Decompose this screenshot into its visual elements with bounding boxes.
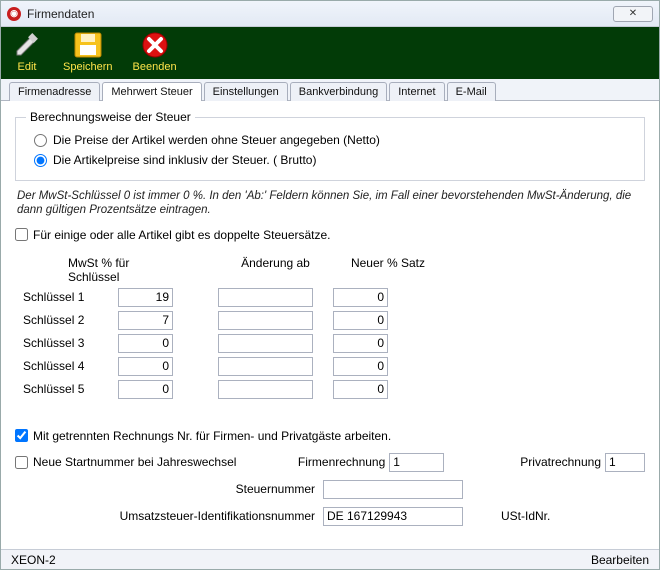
edit-label: Edit — [18, 61, 37, 73]
grid-row: Schlüssel 4 — [23, 357, 645, 376]
tab-mehrwert-steuer[interactable]: Mehrwert Steuer — [102, 82, 201, 101]
app-icon: ◉ — [7, 7, 21, 21]
titlebar-left: ◉ Firmendaten — [7, 7, 94, 21]
tab-strip: Firmenadresse Mehrwert Steuer Einstellun… — [1, 79, 659, 101]
double-rates-label: Für einige oder alle Artikel gibt es dop… — [33, 228, 331, 242]
private-invoice-input[interactable] — [605, 453, 645, 472]
key-change-date-input[interactable] — [218, 380, 313, 399]
key-new-percent-input[interactable] — [333, 311, 388, 330]
tax-calc-legend: Berechnungsweise der Steuer — [26, 110, 195, 124]
tab-bankverbindung[interactable]: Bankverbindung — [290, 82, 388, 101]
radio-gross-row[interactable]: Die Artikelpreise sind inklusiv der Steu… — [26, 150, 634, 170]
radio-net-row[interactable]: Die Preise der Artikel werden ohne Steue… — [26, 130, 634, 150]
grid-head-new: Neuer % Satz — [343, 256, 433, 284]
tab-einstellungen[interactable]: Einstellungen — [204, 82, 288, 101]
tab-firmenadresse[interactable]: Firmenadresse — [9, 82, 100, 101]
tax-number-line: Steuernummer — [15, 480, 645, 499]
grid-head-main: MwSt % für Schlüssel — [68, 256, 183, 284]
private-invoice-label: Privatrechnung — [520, 455, 601, 469]
vat-id-label: Umsatzsteuer-Identifikationsnummer — [105, 509, 315, 523]
save-button[interactable]: Speichern — [59, 31, 117, 75]
key-new-percent-input[interactable] — [333, 380, 388, 399]
key-change-date-input[interactable] — [218, 357, 313, 376]
radio-net[interactable] — [34, 134, 47, 147]
vat-id-suffix: USt-IdNr. — [501, 509, 550, 523]
grid-row: Schlüssel 5 — [23, 380, 645, 399]
new-start-label: Neue Startnummer bei Jahreswechsel — [33, 455, 236, 469]
separate-invoice-label: Mit getrennten Rechnungs Nr. für Firmen-… — [33, 429, 391, 443]
separate-invoice-checkbox[interactable] — [15, 429, 28, 442]
status-bar: XEON-2 Bearbeiten — [1, 549, 659, 569]
pencil-icon — [11, 33, 43, 59]
vat-id-line: Umsatzsteuer-Identifikationsnummer USt-I… — [15, 507, 645, 526]
invoice-numbers-line: Neue Startnummer bei Jahreswechsel Firme… — [15, 453, 645, 472]
key-new-percent-input[interactable] — [333, 357, 388, 376]
content-area: Berechnungsweise der Steuer Die Preise d… — [1, 101, 659, 549]
key-change-date-input[interactable] — [218, 288, 313, 307]
window-root: ◉ Firmendaten ✕ Edit Speichern Beenden F… — [0, 0, 660, 570]
status-left: XEON-2 — [11, 553, 56, 567]
radio-gross-label: Die Artikelpreise sind inklusiv der Steu… — [53, 153, 316, 167]
status-right: Bearbeiten — [591, 553, 649, 567]
grid-header: MwSt % für Schlüssel Änderung ab Neuer %… — [23, 256, 645, 284]
radio-net-label: Die Preise der Artikel werden ohne Steue… — [53, 133, 380, 147]
key-change-date-input[interactable] — [218, 311, 313, 330]
bottom-area: Mit getrennten Rechnungs Nr. für Firmen-… — [15, 427, 645, 526]
edit-button[interactable]: Edit — [7, 31, 47, 75]
tax-calc-fieldset: Berechnungsweise der Steuer Die Preise d… — [15, 110, 645, 181]
vat-note: Der MwSt-Schlüssel 0 ist immer 0 %. In d… — [15, 187, 645, 220]
key-new-percent-input[interactable] — [333, 288, 388, 307]
key-label: Schlüssel 1 — [23, 290, 118, 304]
toolbar: Edit Speichern Beenden — [1, 27, 659, 79]
window-close-button[interactable]: ✕ — [613, 6, 653, 22]
tab-internet[interactable]: Internet — [389, 82, 444, 101]
tab-email[interactable]: E-Mail — [447, 82, 496, 101]
double-rates-checkbox[interactable] — [15, 228, 28, 241]
private-invoice-pair: Privatrechnung — [520, 453, 645, 472]
new-start-row[interactable]: Neue Startnummer bei Jahreswechsel — [15, 455, 236, 469]
company-invoice-pair: Firmenrechnung — [298, 453, 444, 472]
vat-key-grid: MwSt % für Schlüssel Änderung ab Neuer %… — [23, 256, 645, 399]
grid-row: Schlüssel 2 — [23, 311, 645, 330]
key-percent-input[interactable] — [118, 380, 173, 399]
company-invoice-input[interactable] — [389, 453, 444, 472]
exit-label: Beenden — [133, 61, 177, 73]
key-label: Schlüssel 3 — [23, 336, 118, 350]
key-new-percent-input[interactable] — [333, 334, 388, 353]
grid-row: Schlüssel 3 — [23, 334, 645, 353]
key-label: Schlüssel 2 — [23, 313, 118, 327]
window-title: Firmendaten — [27, 7, 94, 21]
key-percent-input[interactable] — [118, 334, 173, 353]
double-rates-row[interactable]: Für einige oder alle Artikel gibt es dop… — [15, 226, 645, 244]
key-label: Schlüssel 5 — [23, 382, 118, 396]
tax-number-label: Steuernummer — [215, 482, 315, 496]
company-invoice-label: Firmenrechnung — [298, 455, 385, 469]
floppy-icon — [72, 31, 104, 59]
key-percent-input[interactable] — [118, 357, 173, 376]
new-start-checkbox[interactable] — [15, 456, 28, 469]
vat-id-input[interactable] — [323, 507, 463, 526]
radio-gross[interactable] — [34, 154, 47, 167]
tax-number-input[interactable] — [323, 480, 463, 499]
save-label: Speichern — [63, 61, 113, 73]
grid-row: Schlüssel 1 — [23, 288, 645, 307]
grid-head-change: Änderung ab — [228, 256, 323, 284]
close-icon — [139, 31, 171, 59]
separate-invoice-row[interactable]: Mit getrennten Rechnungs Nr. für Firmen-… — [15, 427, 645, 445]
exit-button[interactable]: Beenden — [129, 31, 181, 75]
key-percent-input[interactable] — [118, 288, 173, 307]
key-percent-input[interactable] — [118, 311, 173, 330]
key-change-date-input[interactable] — [218, 334, 313, 353]
titlebar: ◉ Firmendaten ✕ — [1, 1, 659, 27]
key-label: Schlüssel 4 — [23, 359, 118, 373]
